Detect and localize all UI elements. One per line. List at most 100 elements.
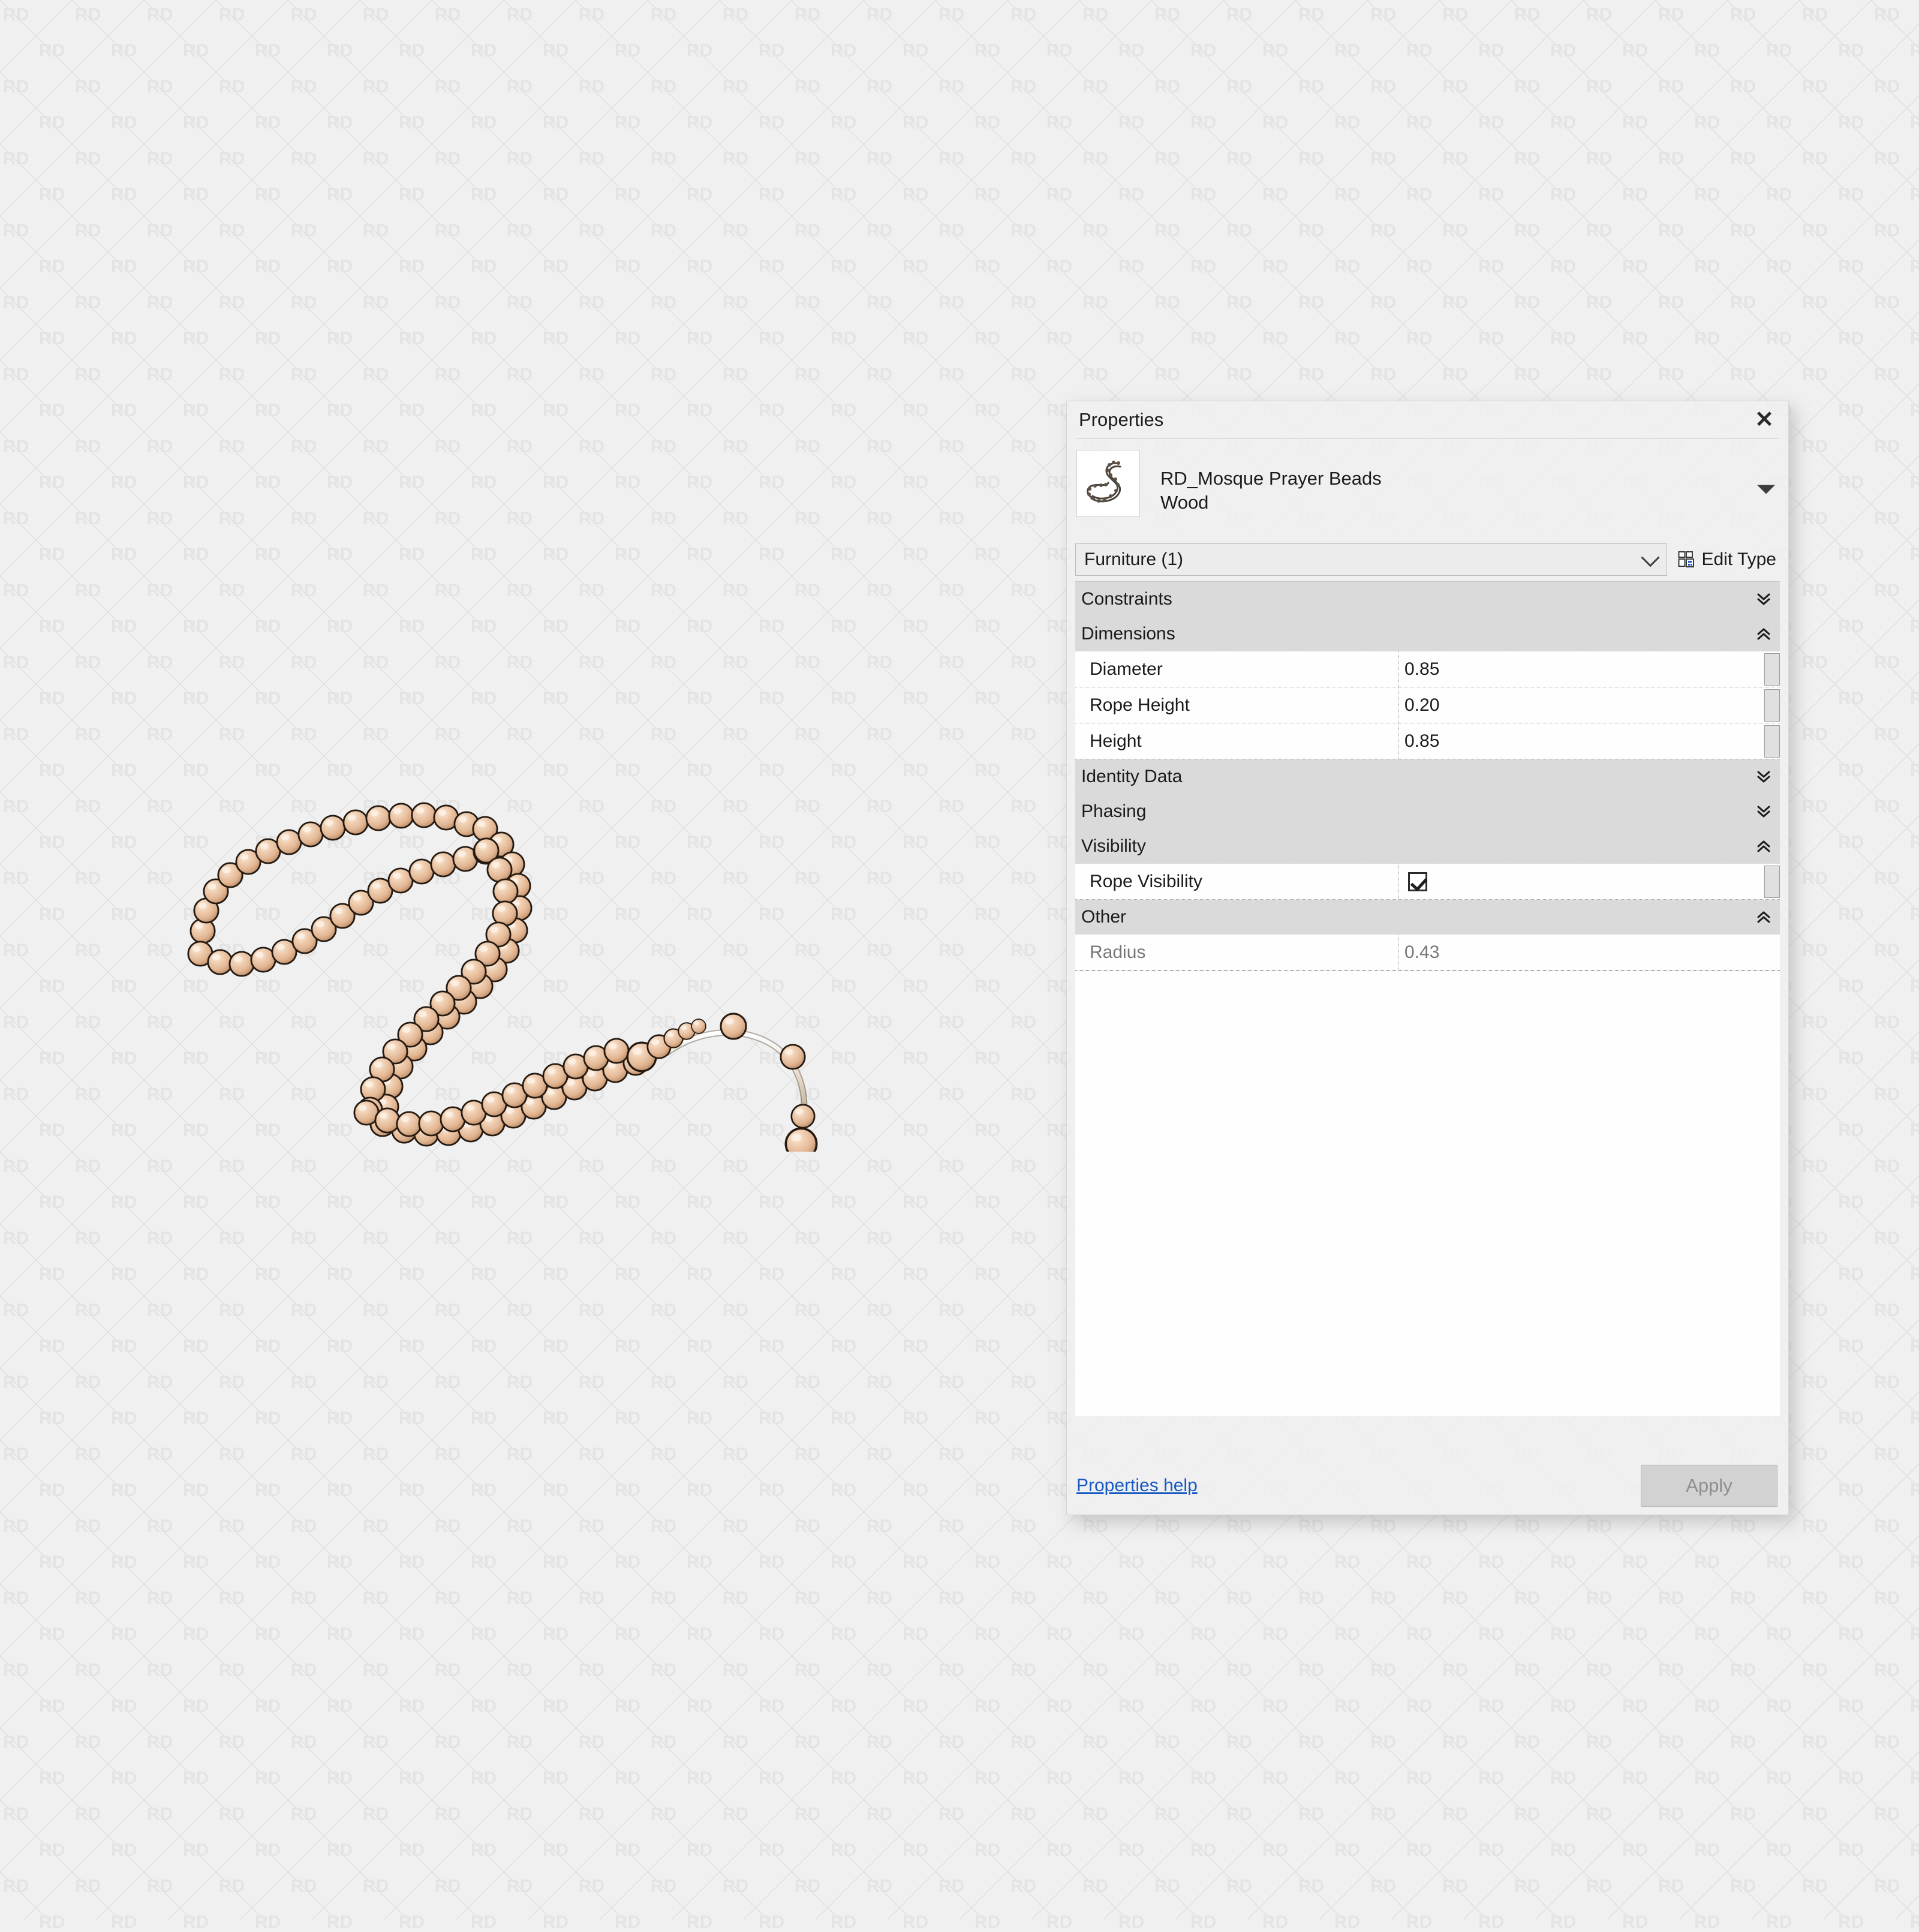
properties-panel[interactable]: Properties ✕ RD_Mosque Prayer Beads Wood… xyxy=(1066,401,1789,1515)
watermark-text: RD xyxy=(579,365,605,384)
watermark-text: RD xyxy=(579,1876,605,1896)
property-row-button[interactable] xyxy=(1764,725,1780,758)
watermark-text: RD xyxy=(471,1768,497,1788)
bead-strand-upper-inner xyxy=(187,839,499,977)
watermark-text: RD xyxy=(1226,149,1253,169)
watermark-text: RD xyxy=(291,1300,317,1320)
edit-type-button[interactable]: Edit Type xyxy=(1678,549,1780,570)
watermark-text: RD xyxy=(291,77,317,97)
watermark-text: RD xyxy=(75,437,101,456)
section-header-dimensions[interactable]: Dimensions xyxy=(1075,617,1780,651)
watermark-text: RD xyxy=(111,833,137,852)
section-header-constraints[interactable]: Constraints xyxy=(1075,582,1780,617)
watermark-text: RD xyxy=(867,1876,893,1896)
property-row-button[interactable] xyxy=(1764,866,1780,898)
property-value-input[interactable]: 0.85 xyxy=(1398,651,1780,687)
property-checkbox-cell[interactable] xyxy=(1398,864,1780,899)
property-row-button[interactable] xyxy=(1764,653,1780,686)
watermark-text: RD xyxy=(327,1480,353,1500)
watermark-text: RD xyxy=(327,185,353,205)
section-header-identity-data[interactable]: Identity Data xyxy=(1075,759,1780,794)
watermark-text: RD xyxy=(831,1696,857,1716)
watermark-text: RD xyxy=(1910,41,1919,61)
table-row[interactable]: Rope Height 0.20 xyxy=(1075,687,1780,723)
watermark-text: RD xyxy=(795,1804,821,1824)
property-value-input[interactable]: 0.85 xyxy=(1398,723,1780,759)
watermark-text: RD xyxy=(1010,1732,1037,1752)
type-thumbnail[interactable] xyxy=(1076,450,1140,517)
watermark-text: RD xyxy=(903,833,929,852)
section-header-visibility[interactable]: Visibility xyxy=(1075,829,1780,864)
watermark-text: RD xyxy=(1010,437,1037,456)
watermark-text: RD xyxy=(147,581,173,600)
watermark-text: RD xyxy=(1514,1516,1541,1536)
watermark-text: RD xyxy=(1802,1732,1828,1752)
watermark-text: RD xyxy=(75,1804,101,1824)
watermark-text: RD xyxy=(1118,1552,1145,1572)
triangle-down-icon[interactable] xyxy=(1757,485,1775,494)
watermark-text: RD xyxy=(939,797,965,816)
watermark-text: RD xyxy=(1334,329,1361,348)
watermark-text: RD xyxy=(327,1840,353,1860)
rope-visibility-checkbox[interactable] xyxy=(1408,872,1428,891)
category-select[interactable]: Furniture (1) xyxy=(1075,543,1668,576)
watermark-text: RD xyxy=(1334,1624,1361,1644)
table-row[interactable]: Diameter 0.85 xyxy=(1075,651,1780,687)
watermark-text: RD xyxy=(3,797,29,816)
watermark-text: RD xyxy=(471,1696,497,1716)
watermark-text: RD xyxy=(1550,41,1577,61)
watermark-text: RD xyxy=(39,1264,65,1284)
type-header[interactable]: RD_Mosque Prayer Beads Wood xyxy=(1076,438,1779,539)
property-value-input[interactable]: 0.20 xyxy=(1398,687,1780,723)
watermark-text: RD xyxy=(759,1480,785,1500)
watermark-text: RD xyxy=(1118,41,1145,61)
watermark-text: RD xyxy=(939,437,965,456)
property-row-button[interactable] xyxy=(1764,689,1780,722)
watermark-text: RD xyxy=(615,617,641,636)
watermark-text: RD xyxy=(867,509,893,528)
watermark-text: RD xyxy=(291,5,317,25)
prayer-beads-model[interactable] xyxy=(180,780,876,1152)
table-row[interactable]: Radius 0.43 xyxy=(1075,935,1780,970)
properties-help-link[interactable]: Properties help xyxy=(1076,1476,1198,1496)
watermark-text: RD xyxy=(795,1228,821,1248)
section-header-label: Identity Data xyxy=(1081,767,1183,786)
close-icon[interactable]: ✕ xyxy=(1751,407,1777,433)
watermark-text: RD xyxy=(1550,329,1577,348)
watermark-text: RD xyxy=(255,185,281,205)
watermark-text: RD xyxy=(1766,113,1792,133)
panel-titlebar[interactable]: Properties ✕ xyxy=(1067,401,1788,438)
category-selector-row[interactable]: Furniture (1) Edit Type xyxy=(1075,543,1780,576)
watermark-text: RD xyxy=(543,401,569,420)
watermark-text: RD xyxy=(255,257,281,277)
watermark-text: RD xyxy=(974,905,1001,924)
watermark-text: RD xyxy=(507,77,533,97)
watermark-text: RD xyxy=(1730,1804,1756,1824)
watermark-text: RD xyxy=(867,1156,893,1176)
watermark-text: RD xyxy=(759,1768,785,1788)
watermark-text: RD xyxy=(651,1588,677,1608)
watermark-text: RD xyxy=(219,77,245,97)
watermark-text: RD xyxy=(974,1192,1001,1212)
watermark-text: RD xyxy=(183,473,209,492)
watermark-text: RD xyxy=(615,1264,641,1284)
watermark-text: RD xyxy=(723,1300,749,1320)
table-row[interactable]: Height 0.85 xyxy=(1075,723,1780,759)
watermark-text: RD xyxy=(219,1588,245,1608)
section-header-other[interactable]: Other xyxy=(1075,900,1780,935)
watermark-text: RD xyxy=(399,185,425,205)
watermark-text: RD xyxy=(651,293,677,313)
watermark-text: RD xyxy=(507,1732,533,1752)
section-header-phasing[interactable]: Phasing xyxy=(1075,794,1780,829)
watermark-text: RD xyxy=(579,1732,605,1752)
watermark-text: RD xyxy=(147,1372,173,1392)
watermark-text: RD xyxy=(1010,1156,1037,1176)
watermark-text: RD xyxy=(507,1228,533,1248)
watermark-text: RD xyxy=(147,1732,173,1752)
watermark-text: RD xyxy=(3,365,29,384)
table-row[interactable]: Rope Visibility xyxy=(1075,864,1780,900)
watermark-text: RD xyxy=(1334,1768,1361,1788)
watermark-text: RD xyxy=(651,1444,677,1464)
watermark-text: RD xyxy=(291,293,317,313)
apply-button[interactable]: Apply xyxy=(1641,1465,1777,1507)
